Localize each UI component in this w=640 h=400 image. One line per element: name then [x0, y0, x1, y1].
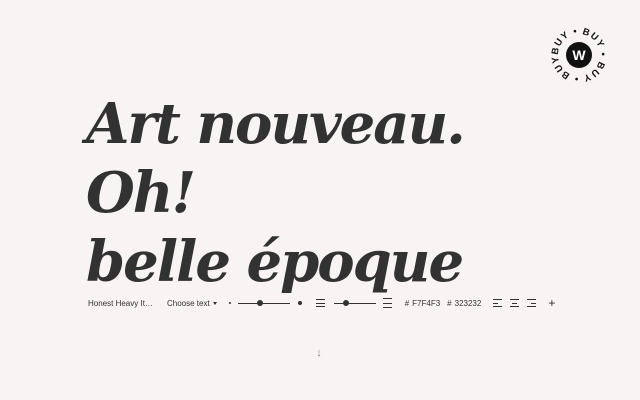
dot-small-icon: [228, 302, 231, 304]
line-height-loose-icon: [382, 298, 392, 308]
line-height-slider-thumb[interactable]: [343, 300, 350, 306]
font-size-slider-thumb[interactable]: [256, 300, 263, 306]
line-height-slider[interactable]: [333, 298, 376, 308]
buy-logo-letter: W: [566, 42, 592, 68]
line-height-tight-icon: [315, 299, 325, 307]
headline-line-3: belle époque: [86, 229, 464, 295]
sample-text[interactable]: Art nouveau. Oh! belle époque: [86, 90, 606, 297]
text-color-value: 323232: [454, 298, 482, 308]
line-height-slider-track: [333, 302, 376, 304]
text-hash: #: [447, 298, 452, 308]
background-color-field[interactable]: # F7F4F3: [405, 299, 440, 308]
font-size-slider[interactable]: [237, 298, 290, 308]
align-left-icon[interactable]: [493, 299, 503, 307]
align-right-icon[interactable]: [527, 299, 537, 307]
buy-badge-button[interactable]: BUY • BUY • BUY • BUY • W: [550, 26, 608, 84]
add-tester-button[interactable]: +: [548, 297, 555, 309]
background-color-value: F7F4F3: [412, 298, 441, 308]
scroll-down-arrow-icon[interactable]: ↓: [313, 346, 325, 360]
headline-line-2: Oh!: [86, 160, 196, 226]
alignment-group: [493, 299, 537, 307]
choose-text-dropdown[interactable]: Choose text: [167, 299, 217, 308]
font-size-slider-track: [237, 302, 290, 304]
dot-large-icon: [297, 301, 302, 305]
caret-down-icon: [212, 301, 217, 305]
choose-text-label: Choose text: [167, 298, 210, 308]
type-tester-toolbar: Honest Heavy Italic Choose text # F7F4F3…: [88, 296, 558, 310]
text-color-field[interactable]: # 323232: [447, 299, 481, 308]
background-hash: #: [404, 298, 410, 308]
align-center-icon[interactable]: [510, 299, 520, 307]
headline-line-1: Art nouveau.: [86, 91, 466, 157]
font-name-selector[interactable]: Honest Heavy Italic: [88, 299, 156, 308]
